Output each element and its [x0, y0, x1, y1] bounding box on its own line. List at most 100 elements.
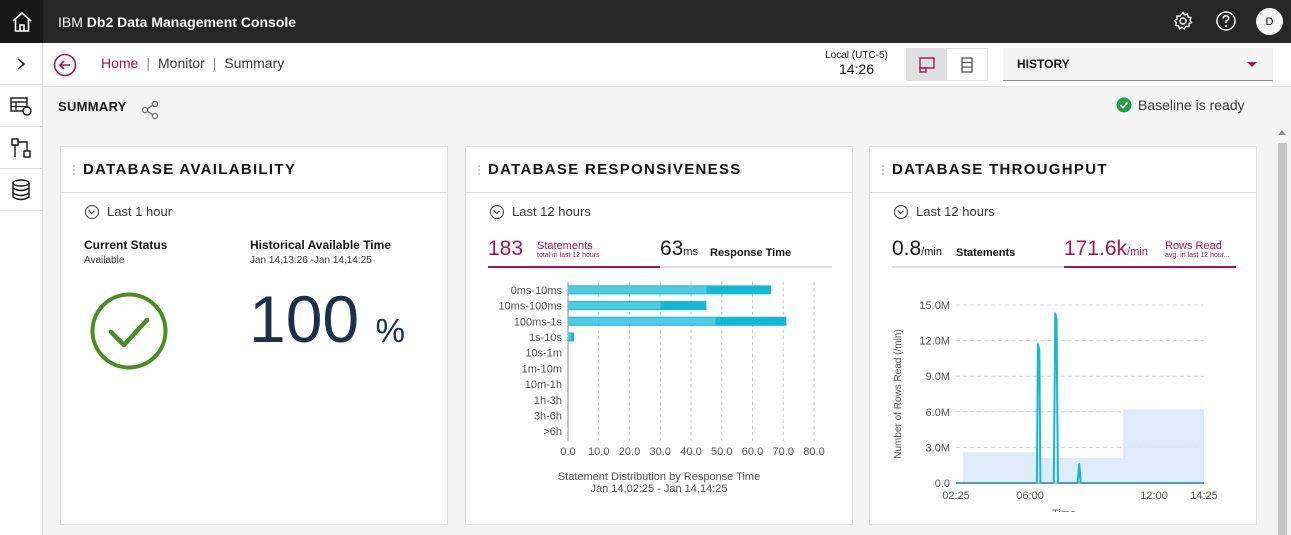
caret-down-icon	[1247, 62, 1257, 67]
card-title: DATABASE AVAILABILITY	[83, 161, 297, 178]
period-label: Last 12 hours	[916, 204, 995, 219]
expand-rail-button[interactable]	[0, 43, 42, 85]
chevron-right-icon	[17, 57, 26, 70]
y-tick-label: 1h-3h	[534, 395, 562, 407]
drag-handle-icon[interactable]	[72, 164, 76, 176]
breadcrumb-home[interactable]: Home	[101, 55, 138, 71]
settings-button[interactable]	[1171, 9, 1195, 33]
table-monitor-icon	[10, 96, 32, 116]
scrollbar-thumb[interactable]	[1278, 143, 1287, 535]
x-axis-title: Time	[1052, 508, 1076, 512]
bar-baseline	[568, 302, 661, 310]
current-status-label: Current Status	[84, 238, 168, 252]
statements-label: Statements	[956, 247, 1016, 259]
breadcrumb-current: Summary	[224, 55, 285, 71]
statements-sub: total in last 12 hours	[537, 252, 600, 259]
y-tick-label: 0ms-10ms	[511, 285, 563, 297]
baseline-status: Baseline is ready	[1116, 97, 1245, 113]
history-dropdown[interactable]: HISTORY	[1003, 48, 1273, 81]
response-label: Response Time	[710, 247, 792, 259]
breadcrumb-monitor[interactable]: Monitor	[158, 55, 205, 71]
breadcrumb: Home | Monitor | Summary	[101, 55, 284, 71]
rail-workflow-button[interactable]	[0, 127, 42, 169]
rail-database-button[interactable]	[0, 169, 42, 211]
local-time: Local (UTC-5) 14:26	[819, 50, 894, 77]
database-icon	[12, 178, 30, 200]
x-tick-label: 06:00	[1016, 490, 1044, 502]
scroll-up-icon[interactable]	[1278, 130, 1286, 135]
help-button[interactable]	[1214, 9, 1238, 33]
statements-value: 183	[488, 237, 524, 260]
period-label: Last 12 hours	[512, 204, 591, 219]
rail-monitor-button[interactable]	[0, 85, 42, 127]
current-status: Current Status Available	[84, 238, 167, 266]
period-label: Last 1 hour	[107, 204, 173, 219]
time-icon	[85, 204, 99, 219]
home-button[interactable]	[0, 0, 43, 43]
chart-caption-range: Jan 14,02:25 - Jan 14,14:25	[590, 483, 728, 495]
app-title: IBM Db2 Data Management Console	[58, 14, 296, 30]
list-view-button[interactable]	[947, 49, 987, 80]
time-icon	[894, 204, 908, 219]
time-zone: Local (UTC-5)	[825, 50, 888, 61]
rows-label: Rows Read	[1165, 240, 1222, 252]
statements-tab[interactable]: 183 Statements total in last 12 hours	[488, 237, 660, 268]
workflow-icon	[11, 137, 31, 158]
chart-caption-title: Statement Distribution by Response Time	[557, 471, 761, 483]
drag-handle-icon[interactable]	[477, 164, 481, 176]
rows-sub: avg. in last 12 hour...	[1165, 252, 1230, 259]
statements-value: 0.8	[892, 237, 922, 260]
x-tick-label: 14:25	[1190, 490, 1218, 502]
percent-symbol: %	[375, 312, 405, 349]
y-tick-label: 9.0M	[926, 371, 950, 383]
y-tick-label: 10ms-100ms	[498, 301, 562, 313]
y-tick-label: 3.0M	[926, 442, 950, 454]
baseline-area	[962, 409, 1205, 483]
card-header: DATABASE AVAILABILITY	[61, 147, 447, 193]
dashboard-view-icon	[919, 56, 935, 73]
top-bar: IBM Db2 Data Management Console D	[0, 0, 1291, 43]
check-circle-icon	[1116, 97, 1132, 113]
throughput-card: DATABASE THROUGHPUT Last 12 hours 0.8/mi…	[869, 146, 1257, 525]
response-distribution-chart: 0.0 10.0 20.0 30.0 40.0 50.0 60.0 70.0 80.0 0ms-1…	[498, 282, 825, 458]
left-rail	[0, 43, 43, 535]
statements-unit: /min	[921, 246, 942, 258]
share-icon[interactable]	[140, 100, 160, 120]
x-tick-label: 40.0	[680, 446, 701, 458]
home-icon	[11, 11, 32, 32]
dashboard-view-button[interactable]	[907, 49, 947, 80]
historical-label: Historical Available Time	[250, 238, 391, 252]
x-tick-label: 02:25	[942, 490, 970, 502]
rows-read-chart: 0.0 3.0M 6.0M 9.0M 12.0M 15.0M 02:25 06:00 12:00…	[893, 300, 1218, 512]
statements-tab[interactable]: 0.8/min Statements	[892, 237, 1064, 268]
period-selector[interactable]: Last 12 hours	[490, 204, 591, 219]
rows-read-tab[interactable]: 171.6k/min Rows Read avg. in last 12 hou…	[1064, 237, 1236, 268]
statements-label: Statements	[537, 240, 593, 252]
period-selector[interactable]: Last 1 hour	[85, 204, 172, 219]
y-tick-label: 0.0	[935, 478, 950, 490]
view-toggle	[906, 48, 988, 81]
y-axis-title: Number of Rows Read (/min)	[893, 329, 904, 458]
x-tick-label: 80.0	[803, 446, 824, 458]
page-header: Home | Monitor | Summary Local (UTC-5) 1…	[44, 43, 1291, 87]
x-tick-label: 10.0	[588, 446, 609, 458]
response-time-tab[interactable]: 63ms Response Time	[660, 237, 832, 268]
x-tick-label: 70.0	[773, 446, 794, 458]
x-tick-label: 60.0	[742, 446, 763, 458]
period-selector[interactable]: Last 12 hours	[894, 204, 995, 219]
breadcrumb-separator: |	[146, 55, 150, 71]
y-tick-label: >6h	[543, 426, 562, 438]
card-header: DATABASE THROUGHPUT	[870, 147, 1256, 193]
user-avatar[interactable]: D	[1256, 8, 1283, 35]
settings-icon	[1173, 11, 1193, 30]
response-value: 63	[660, 237, 684, 260]
x-tick-label: 12:00	[1140, 490, 1168, 502]
y-tick-label: 12.0M	[919, 336, 950, 348]
current-status-value: Available	[84, 255, 125, 266]
card-title: DATABASE RESPONSIVENESS	[488, 161, 742, 178]
y-tick-label: 1s-10s	[529, 332, 563, 344]
drag-handle-icon[interactable]	[881, 164, 885, 176]
back-arrow-icon[interactable]	[53, 53, 77, 77]
response-unit: ms	[683, 246, 699, 258]
y-tick-label: 1m-10m	[522, 363, 562, 375]
